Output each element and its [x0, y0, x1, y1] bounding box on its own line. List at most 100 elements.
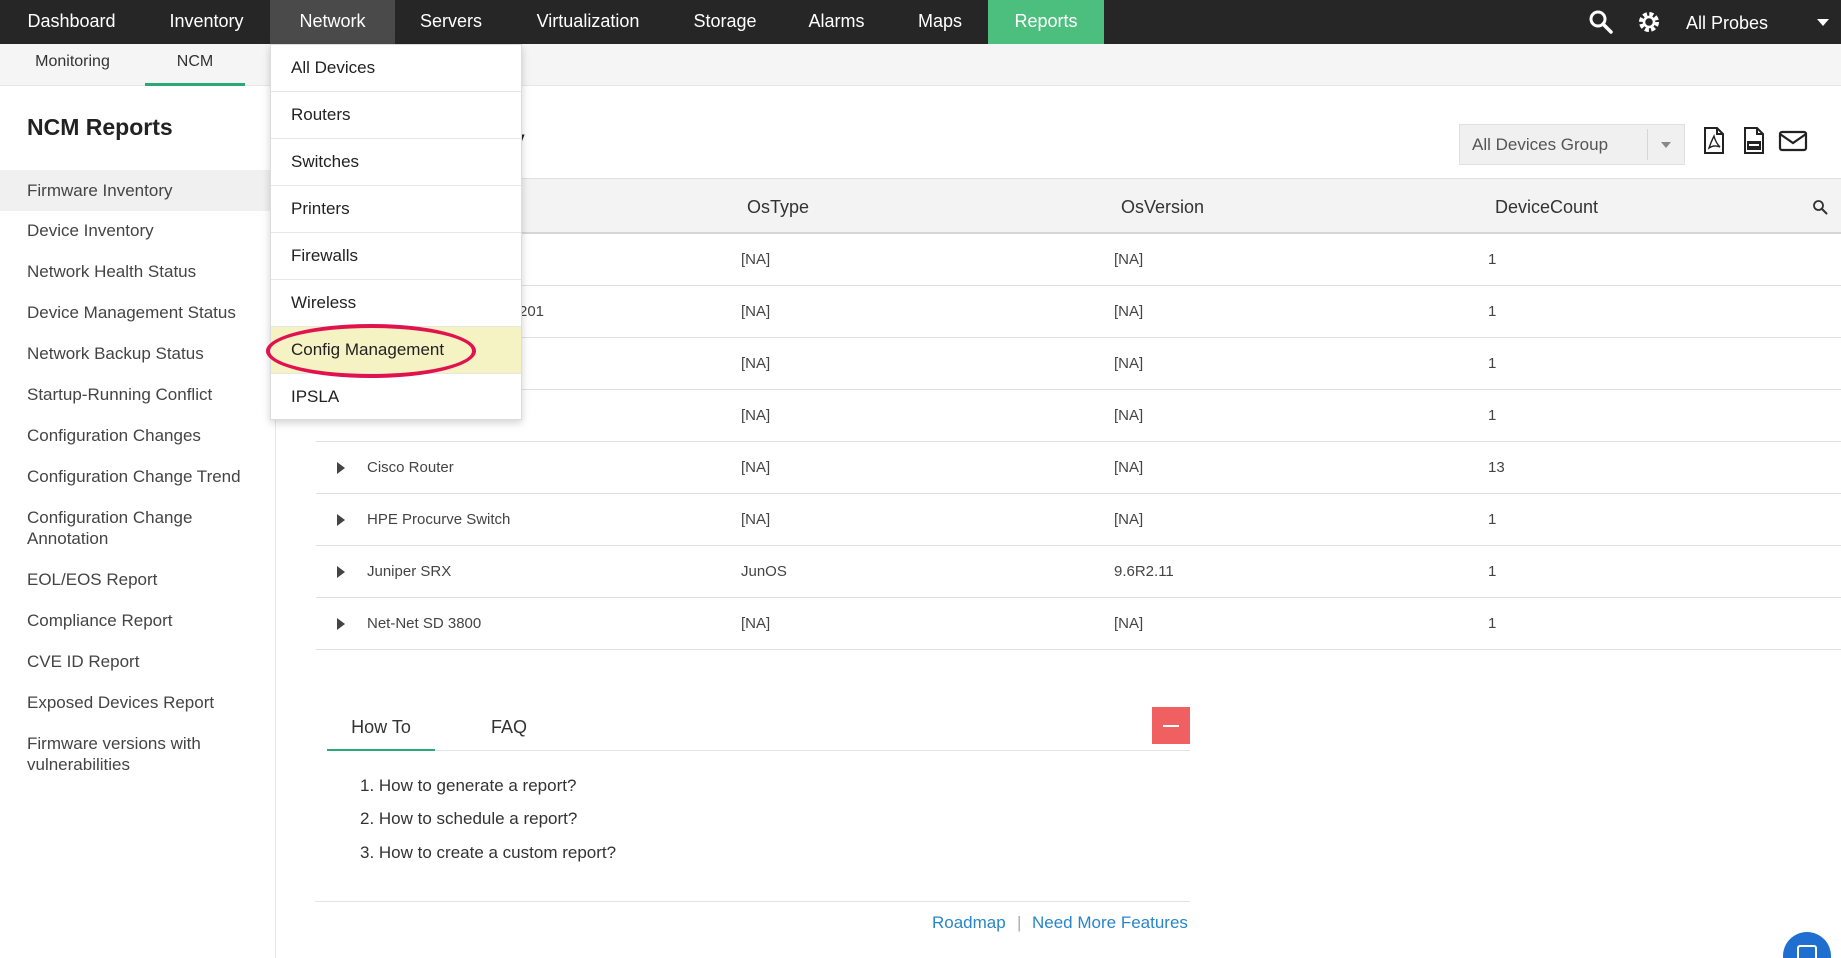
cell-devicecount: 1 — [1488, 511, 1497, 528]
cell-ostype: [NA] — [741, 615, 771, 632]
table-row[interactable]: 201 [NA] [NA] 1 — [316, 286, 1841, 338]
cell-osversion: [NA] — [1114, 615, 1144, 632]
nav-virtualization[interactable]: Virtualization — [507, 0, 669, 44]
menu-item-firewalls[interactable]: Firewalls — [271, 233, 521, 280]
cell-ostype: [NA] — [741, 303, 771, 320]
select-divider — [1647, 129, 1648, 160]
cell-devicecount: 1 — [1488, 303, 1497, 320]
collapse-help-button[interactable] — [1152, 707, 1190, 744]
cell-devicecount: 1 — [1488, 251, 1497, 268]
tab-ncm[interactable]: NCM — [145, 44, 245, 86]
nav-inventory[interactable]: Inventory — [143, 0, 270, 44]
nav-dashboard[interactable]: Dashboard — [0, 0, 143, 44]
cell-device-name: Juniper SRX — [367, 563, 452, 580]
cell-devicecount: 13 — [1488, 459, 1505, 476]
cell-device-name: Net-Net SD 3800 — [367, 615, 482, 632]
nav-maps[interactable]: Maps — [892, 0, 988, 44]
sidebar-item-firmware-inventory[interactable]: Firmware Inventory — [0, 170, 275, 211]
device-group-select[interactable]: All Devices Group — [1459, 124, 1685, 165]
cell-osversion: [NA] — [1114, 303, 1144, 320]
cell-devicecount: 1 — [1488, 563, 1497, 580]
csv-icon[interactable] — [1740, 126, 1768, 156]
nav-alarms[interactable]: Alarms — [781, 0, 892, 44]
divider — [315, 901, 1190, 902]
table-row[interactable]: Juniper SRX JunOS 9.6R2.11 1 — [316, 546, 1841, 598]
column-header-ostype[interactable]: OsType — [747, 179, 809, 235]
nav-reports[interactable]: Reports — [988, 0, 1104, 44]
cell-devicecount: 1 — [1488, 355, 1497, 372]
menu-item-routers[interactable]: Routers — [271, 92, 521, 139]
nav-network[interactable]: Network — [270, 0, 395, 44]
sidebar: NCM Reports Firmware Inventory Device In… — [0, 86, 276, 958]
need-more-features-link[interactable]: Need More Features — [1032, 913, 1188, 933]
cell-devicecount: 1 — [1488, 407, 1497, 424]
cell-osversion: [NA] — [1114, 251, 1144, 268]
expand-arrow-icon[interactable] — [337, 618, 345, 630]
email-icon[interactable] — [1777, 126, 1809, 156]
chevron-down-icon — [1817, 19, 1829, 26]
sidebar-item-firmware-versions-with-vulnerabilities[interactable]: Firmware versions with vulnerabilities — [0, 733, 250, 775]
cell-ostype: [NA] — [741, 511, 771, 528]
chevron-down-icon — [1661, 142, 1671, 148]
pdf-icon[interactable] — [1700, 126, 1728, 156]
tab-how-to[interactable]: How To — [327, 707, 435, 751]
sidebar-item-configuration-changes[interactable]: Configuration Changes — [0, 425, 275, 446]
column-header-devicecount[interactable]: DeviceCount — [1495, 179, 1598, 235]
sidebar-item-startup-running-conflict[interactable]: Startup-Running Conflict — [0, 384, 275, 405]
probe-select-label: All Probes — [1686, 13, 1769, 33]
table-row[interactable]: [NA] [NA] 1 — [316, 338, 1841, 390]
sidebar-item-network-health-status[interactable]: Network Health Status — [0, 261, 275, 282]
table-row[interactable]: Net-Net SD 3800 [NA] [NA] 1 — [316, 598, 1841, 650]
expand-arrow-icon[interactable] — [337, 566, 345, 578]
table-row[interactable]: [NA] [NA] 1 — [316, 390, 1841, 442]
cell-device-name: Cisco Router — [367, 459, 454, 476]
sidebar-title: NCM Reports — [27, 114, 173, 140]
cell-osversion: [NA] — [1114, 407, 1144, 424]
menu-item-wireless[interactable]: Wireless — [271, 280, 521, 327]
sidebar-item-compliance-report[interactable]: Compliance Report — [0, 610, 275, 631]
link-separator: | — [1017, 913, 1022, 932]
table-search-icon[interactable] — [1812, 199, 1828, 215]
chat-icon[interactable] — [1783, 932, 1831, 958]
nav-servers[interactable]: Servers — [395, 0, 507, 44]
cell-ostype: [NA] — [741, 355, 771, 372]
menu-item-ipsla[interactable]: IPSLA — [271, 374, 521, 421]
cell-osversion: [NA] — [1114, 355, 1144, 372]
table-row[interactable]: [NA] [NA] 1 — [316, 234, 1841, 286]
tab-monitoring[interactable]: Monitoring — [0, 44, 145, 86]
gear-icon[interactable] — [1636, 9, 1662, 35]
sidebar-item-device-management-status[interactable]: Device Management Status — [0, 302, 275, 323]
chat-window-glyph — [1797, 945, 1817, 958]
menu-item-config-management[interactable]: Config Management — [271, 327, 521, 374]
column-header-osversion[interactable]: OsVersion — [1121, 179, 1204, 235]
minus-icon — [1163, 725, 1179, 727]
roadmap-link[interactable]: Roadmap — [932, 913, 1006, 933]
cell-ostype: JunOS — [741, 563, 787, 580]
search-icon[interactable] — [1588, 9, 1614, 35]
sidebar-item-exposed-devices-report[interactable]: Exposed Devices Report — [0, 692, 275, 713]
sidebar-item-cve-id-report[interactable]: CVE ID Report — [0, 651, 275, 672]
expand-arrow-icon[interactable] — [337, 514, 345, 526]
help-item-custom-report[interactable]: 3. How to create a custom report? — [360, 843, 616, 863]
sidebar-item-device-inventory[interactable]: Device Inventory — [0, 220, 275, 241]
device-group-select-label: All Devices Group — [1472, 135, 1609, 154]
menu-item-switches[interactable]: Switches — [271, 139, 521, 186]
probe-select[interactable]: All Probes — [1680, 0, 1841, 44]
help-item-generate-report[interactable]: 1. How to generate a report? — [360, 776, 576, 796]
sidebar-item-eol-eos-report[interactable]: EOL/EOS Report — [0, 569, 275, 590]
top-navigation-bar: Dashboard Inventory Network Servers Virt… — [0, 0, 1841, 44]
table-row[interactable]: HPE Procurve Switch [NA] [NA] 1 — [316, 494, 1841, 546]
sidebar-item-configuration-change-trend[interactable]: Configuration Change Trend — [0, 466, 275, 487]
help-tabs: How To FAQ — [327, 707, 1190, 751]
help-item-schedule-report[interactable]: 2. How to schedule a report? — [360, 809, 577, 829]
sidebar-item-configuration-change-annotation[interactable]: Configuration Change Annotation — [0, 507, 250, 549]
table-row[interactable]: Cisco Router [NA] [NA] 13 — [316, 442, 1841, 494]
menu-item-printers[interactable]: Printers — [271, 186, 521, 233]
sidebar-item-network-backup-status[interactable]: Network Backup Status — [0, 343, 275, 364]
tab-faq[interactable]: FAQ — [455, 707, 563, 751]
expand-arrow-icon[interactable] — [337, 462, 345, 474]
menu-item-all-devices[interactable]: All Devices — [271, 45, 521, 92]
cell-osversion: 9.6R2.11 — [1114, 563, 1174, 580]
cell-osversion: [NA] — [1114, 511, 1144, 528]
nav-storage[interactable]: Storage — [669, 0, 781, 44]
